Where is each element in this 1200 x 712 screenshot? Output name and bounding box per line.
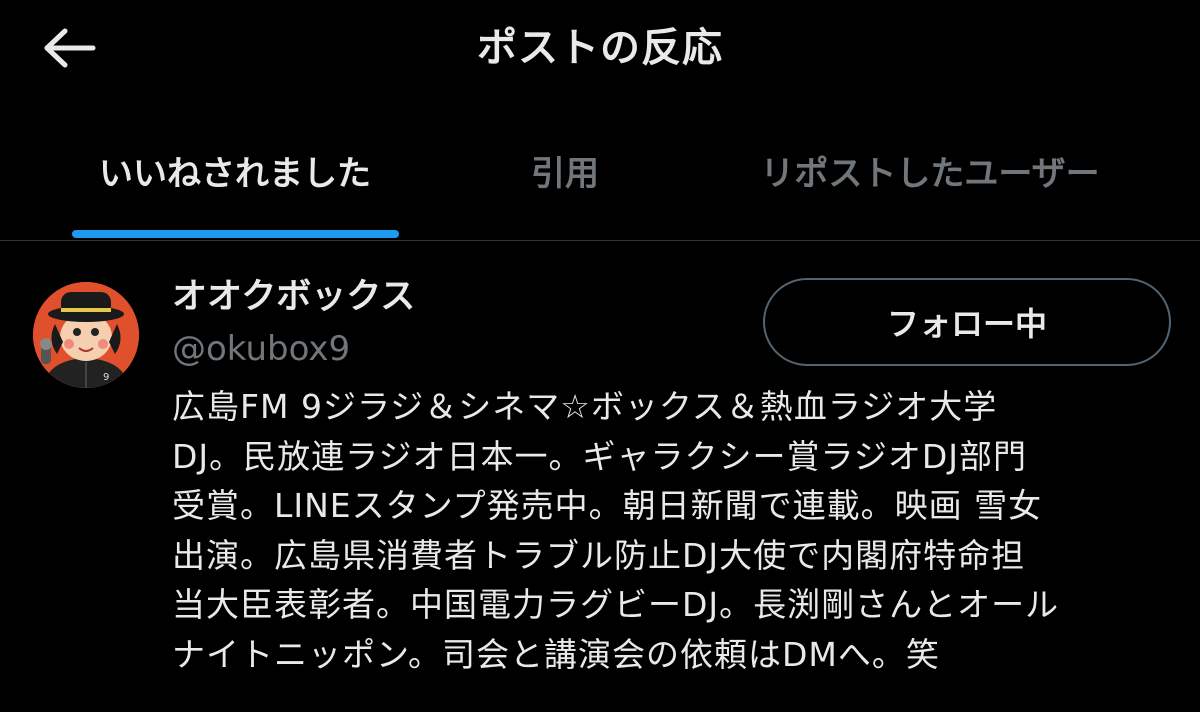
display-name[interactable]: オオクボックス — [172, 272, 415, 322]
svg-text:9: 9 — [103, 372, 109, 383]
tab-quotes[interactable]: 引用 — [470, 130, 660, 240]
tab-reposts[interactable]: リポストしたユーザー — [720, 130, 1140, 240]
active-tab-indicator — [72, 230, 399, 238]
tab-likes[interactable]: いいねされました — [60, 130, 410, 240]
user-list-item[interactable]: 9 オオクボックス @okubox9 フォロー中 広島FM 9ジラジ＆シネマ☆ボ… — [0, 250, 1200, 712]
bio-line: 当大臣表彰者。中国電力ラグビーDJ。長渕剛さんとオール — [172, 585, 1060, 624]
user-handle[interactable]: @okubox9 — [172, 324, 350, 374]
tab-likes-label: いいねされました — [99, 154, 371, 194]
bio-line: 受賞。LINEスタンプ発売中。朝日新聞で連載。映画 雪女 — [172, 486, 1043, 525]
tab-quotes-label: 引用 — [531, 154, 599, 194]
avatar[interactable]: 9 — [33, 282, 139, 388]
header: ポストの反応 — [0, 0, 1200, 100]
bio-line: 広島FM 9ジラジ＆シネマ☆ボックス＆熱血ラジオ大学 — [172, 387, 998, 426]
user-bio: 広島FM 9ジラジ＆シネマ☆ボックス＆熱血ラジオ大学 DJ。民放連ラジオ日本一。… — [172, 382, 1182, 679]
following-button-label: フォロー中 — [886, 305, 1047, 343]
bio-line: DJ。民放連ラジオ日本一。ギャラクシー賞ラジオDJ部門 — [172, 436, 1027, 476]
bio-line: 出演。広島県消費者トラブル防止DJ大使で内閣府特命担 — [172, 535, 1026, 575]
following-button[interactable]: フォロー中 — [763, 278, 1171, 366]
avatar-illustration-icon: 9 — [33, 282, 139, 388]
page-title: ポストの反応 — [477, 25, 723, 71]
tab-bar: いいねされました 引用 リポストしたユーザー — [0, 130, 1200, 241]
bio-line: ナイトニッポン。司会と講演会の依頼はDMへ。笑 — [172, 634, 940, 674]
tab-reposts-label: リポストしたユーザー — [760, 154, 1100, 194]
